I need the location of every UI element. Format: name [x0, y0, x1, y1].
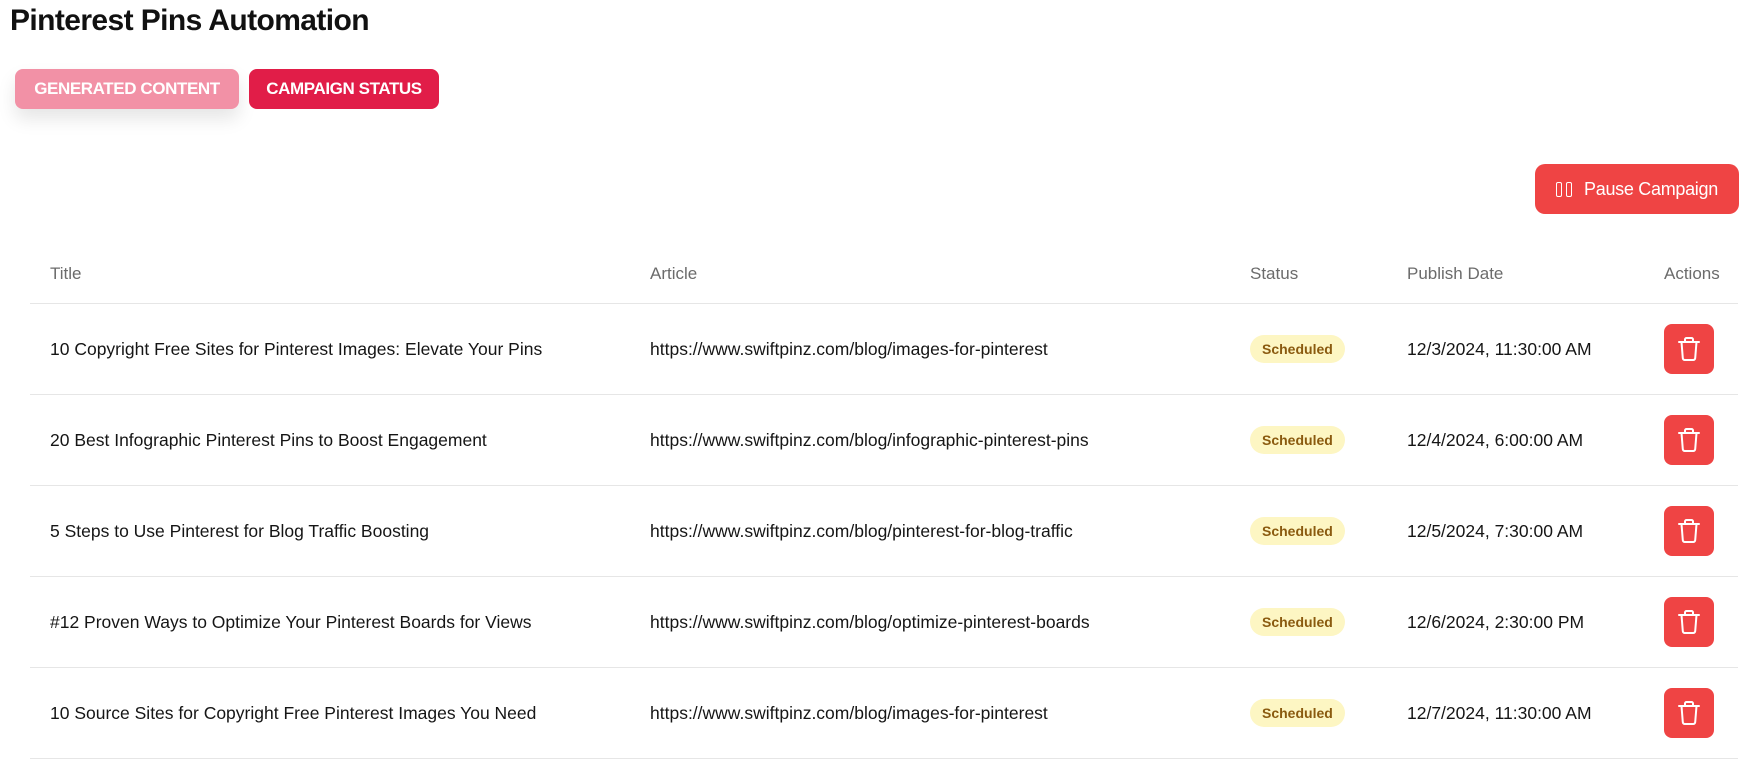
row-article-link[interactable]: https://www.swiftpinz.com/blog/infograph…: [630, 394, 1230, 486]
table-header-row: Title Article Status Publish Date Action…: [30, 245, 1738, 304]
row-title: #12 Proven Ways to Optimize Your Pintere…: [30, 576, 630, 668]
table-row: 5 Steps to Use Pinterest for Blog Traffi…: [30, 485, 1738, 577]
trash-icon: [1678, 337, 1700, 362]
delete-button[interactable]: [1664, 324, 1714, 374]
pause-campaign-button[interactable]: Pause Campaign: [1535, 164, 1739, 214]
row-publish-date: 12/6/2024, 2:30:00 PM: [1387, 576, 1644, 668]
delete-button[interactable]: [1664, 688, 1714, 738]
trash-icon: [1678, 519, 1700, 544]
row-title: 10 Copyright Free Sites for Pinterest Im…: [30, 303, 630, 395]
row-article-link[interactable]: https://www.swiftpinz.com/blog/optimize-…: [630, 576, 1230, 668]
status-badge: Scheduled: [1250, 608, 1345, 636]
header-title: Title: [30, 245, 630, 304]
trash-icon: [1678, 428, 1700, 453]
table-row: 10 Copyright Free Sites for Pinterest Im…: [30, 303, 1738, 395]
table-row: #12 Proven Ways to Optimize Your Pintere…: [30, 576, 1738, 668]
status-badge: Scheduled: [1250, 517, 1345, 545]
header-article: Article: [630, 245, 1230, 304]
pause-icon: [1556, 181, 1573, 197]
status-badge: Scheduled: [1250, 335, 1345, 363]
row-publish-date: 12/7/2024, 11:30:00 AM: [1387, 667, 1644, 759]
header-status: Status: [1230, 245, 1387, 304]
status-badge: Scheduled: [1250, 699, 1345, 727]
tab-bar: GENERATED CONTENT CAMPAIGN STATUS: [15, 69, 439, 109]
campaign-table: Title Article Status Publish Date Action…: [30, 245, 1738, 759]
tab-campaign-status[interactable]: CAMPAIGN STATUS: [249, 69, 439, 109]
table-row: 20 Best Infographic Pinterest Pins to Bo…: [30, 394, 1738, 486]
row-publish-date: 12/5/2024, 7:30:00 AM: [1387, 485, 1644, 577]
delete-button[interactable]: [1664, 415, 1714, 465]
header-actions: Actions: [1644, 245, 1738, 304]
page-title: Pinterest Pins Automation: [10, 4, 370, 37]
pause-campaign-label: Pause Campaign: [1584, 178, 1718, 199]
row-title: 10 Source Sites for Copyright Free Pinte…: [30, 667, 630, 759]
header-publish-date: Publish Date: [1387, 245, 1644, 304]
row-article-link[interactable]: https://www.swiftpinz.com/blog/pinterest…: [630, 485, 1230, 577]
trash-icon: [1678, 701, 1700, 726]
row-title: 5 Steps to Use Pinterest for Blog Traffi…: [30, 485, 630, 577]
row-article-link[interactable]: https://www.swiftpinz.com/blog/images-fo…: [630, 667, 1230, 759]
delete-button[interactable]: [1664, 597, 1714, 647]
delete-button[interactable]: [1664, 506, 1714, 556]
table-row: 10 Source Sites for Copyright Free Pinte…: [30, 667, 1738, 759]
row-publish-date: 12/3/2024, 11:30:00 AM: [1387, 303, 1644, 395]
row-title: 20 Best Infographic Pinterest Pins to Bo…: [30, 394, 630, 486]
status-badge: Scheduled: [1250, 426, 1345, 454]
row-publish-date: 12/4/2024, 6:00:00 AM: [1387, 394, 1644, 486]
row-article-link[interactable]: https://www.swiftpinz.com/blog/images-fo…: [630, 303, 1230, 395]
trash-icon: [1678, 610, 1700, 635]
tab-generated-content[interactable]: GENERATED CONTENT: [15, 69, 239, 109]
